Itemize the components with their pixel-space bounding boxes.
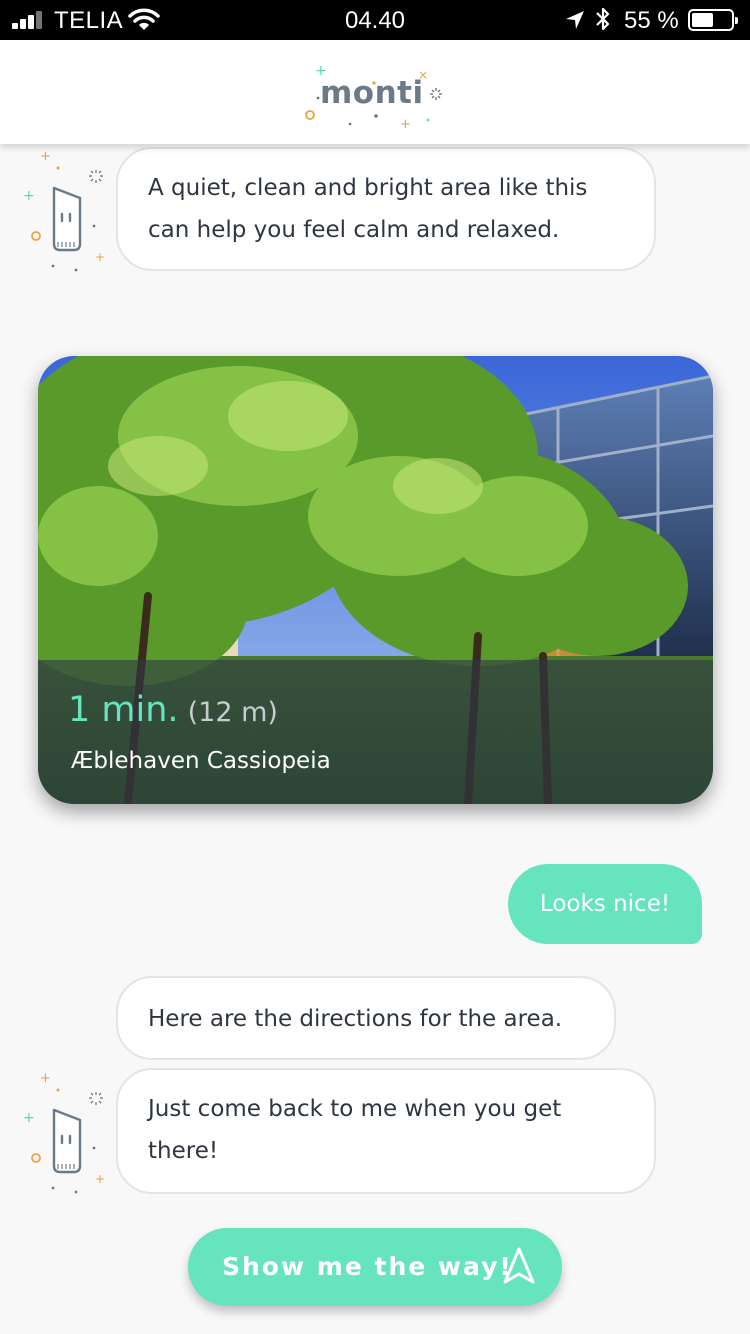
svg-text:+: +: [40, 149, 51, 164]
message-line: there!: [148, 1138, 219, 1164]
walk-duration: 1 min.: [68, 690, 179, 730]
battery-icon: [688, 9, 738, 31]
card-info-overlay: 1 min. (12 m) Æblehaven Cassiopeia: [38, 660, 713, 804]
logo-wordmark: monti: [320, 75, 424, 111]
walk-time: 1 min. (12 m): [68, 690, 278, 730]
message-line: can help you feel calm and relaxed.: [148, 217, 560, 243]
svg-text:+: +: [23, 188, 35, 204]
svg-text:+: +: [400, 117, 411, 132]
monti-avatar: + + +: [20, 146, 110, 276]
bluetooth-icon: [594, 6, 612, 38]
bot-message: Here are the directions for the area.: [116, 976, 616, 1060]
show-way-label: Show me the way!: [222, 1252, 513, 1281]
monti-logo: + × + monti: [300, 65, 450, 135]
status-bar: TELIA 04.40 55 %: [0, 0, 750, 40]
location-arrow-icon: [564, 9, 586, 38]
monti-avatar: + + +: [20, 1068, 110, 1198]
battery-percent: 55 %: [624, 7, 679, 34]
navigation-arrow-icon: [502, 1246, 536, 1292]
message-line: A quiet, clean and bright area like this: [148, 175, 588, 201]
place-name: Æblehaven Cassiopeia: [71, 748, 331, 774]
walk-distance: (12 m): [187, 697, 278, 728]
place-card[interactable]: 1 min. (12 m) Æblehaven Cassiopeia: [38, 356, 713, 804]
svg-text:+: +: [23, 1110, 35, 1126]
message-line: Just come back to me when you get: [148, 1096, 562, 1122]
svg-text:+: +: [95, 250, 105, 264]
show-way-button[interactable]: Show me the way!: [188, 1228, 562, 1306]
bot-message: Just come back to me when you get there!: [116, 1068, 656, 1194]
user-message: Looks nice!: [508, 864, 702, 944]
app-header: + × + monti: [0, 40, 750, 144]
bot-message: A quiet, clean and bright area like this…: [116, 147, 656, 271]
svg-text:+: +: [95, 1172, 105, 1186]
svg-text:+: +: [40, 1071, 51, 1086]
